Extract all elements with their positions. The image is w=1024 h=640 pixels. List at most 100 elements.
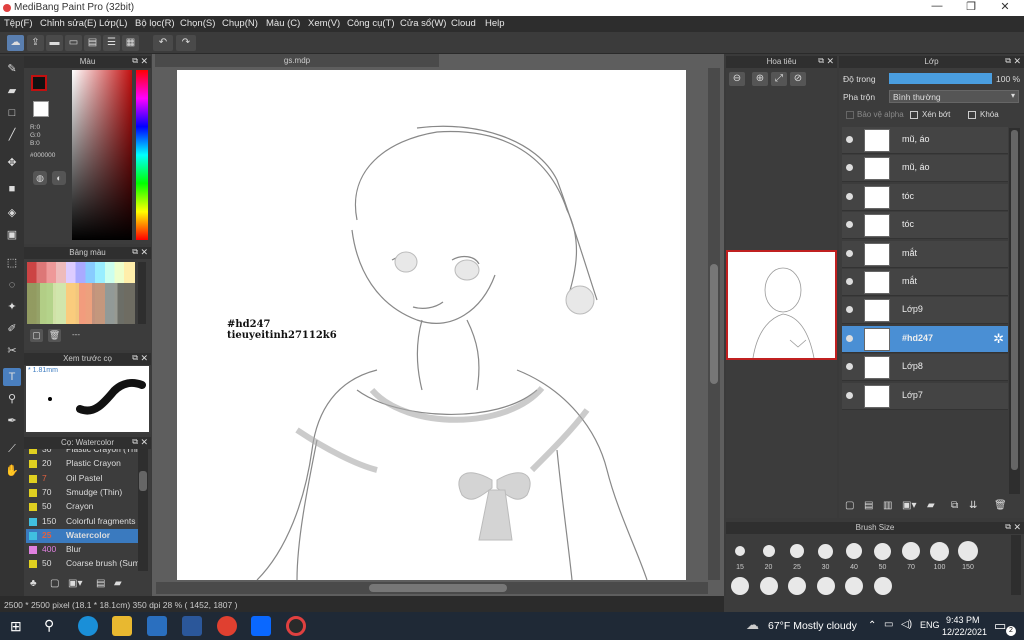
menu-file[interactable]: Tệp(F) [4,18,33,29]
redo-icon[interactable]: ↷ [176,35,196,51]
text-tool-icon[interactable]: T [3,368,21,386]
store-icon[interactable] [147,616,167,636]
palette-icon[interactable]: ◍ [33,171,47,185]
brush-size-dot[interactable] [902,542,920,560]
brush-menu-icon[interactable]: ▣▾ [68,578,82,589]
float-icon[interactable]: ⧉ [132,437,138,447]
brush-list-item[interactable]: 50 Coarse brush (Sum [26,557,138,571]
main-color-swatch[interactable] [31,75,47,91]
close-window-icon[interactable]: ✕ [988,0,1022,16]
brush-size-dot[interactable] [788,577,806,595]
fill-rect-tool-icon[interactable]: ■ [3,180,21,198]
comment-icon[interactable]: ▬ [46,35,63,51]
layer-row[interactable]: mắt [842,269,1008,296]
eyedropper-icon[interactable]: ⟋ [3,440,21,458]
menu-select[interactable]: Chọn(S) [180,18,215,29]
copy-brush-icon[interactable]: ▢ [50,578,59,589]
brush-size-dot[interactable] [958,541,978,561]
visibility-eye-icon[interactable] [846,192,853,200]
menu-layer[interactable]: Lớp(L) [99,18,127,29]
select-tool-icon[interactable]: ⬚ [3,254,21,272]
gradient-tool-icon[interactable]: ▣ [3,226,21,244]
tray-chevron-icon[interactable]: ⌃ [868,620,876,631]
menu-edit[interactable]: Chỉnh sửa(E) [40,18,97,29]
language-indicator[interactable]: ENG [920,620,940,630]
scroll-thumb[interactable] [139,471,147,491]
cloud-icon[interactable]: ☁ [7,35,24,51]
chrome-icon[interactable] [217,616,237,636]
zoom-out-icon[interactable]: ⊖ [729,72,745,86]
select-pen-icon[interactable]: ✐ [3,320,21,338]
edge-icon[interactable] [78,616,98,636]
visibility-eye-icon[interactable] [846,164,853,172]
actual-size-icon[interactable]: ⊘ [790,72,806,86]
drawing-canvas[interactable]: #hd247 tieuyeitinh27112k6 [177,70,686,580]
move-tool-icon[interactable]: ✥ [3,154,21,172]
layer-row[interactable]: tóc [842,183,1008,211]
layer-row[interactable]: Lớp7 [842,382,1008,410]
document-tab[interactable]: gs.mdp [155,54,439,67]
search-icon[interactable]: ⚲ [44,617,54,634]
visibility-eye-icon[interactable] [846,221,853,229]
brush-size-dot[interactable] [735,546,745,556]
visibility-eye-icon[interactable] [846,306,853,314]
float-icon[interactable]: ⧉ [132,56,138,66]
brush-list-item[interactable]: 70 Smudge (Thin) [26,486,138,500]
layer-menu-icon[interactable]: ▣▾ [902,500,916,511]
float-icon[interactable]: ⧉ [132,247,138,257]
float-icon[interactable]: ⧉ [1005,56,1011,66]
close-icon[interactable]: ✕ [826,56,834,67]
close-icon[interactable]: ✕ [1013,522,1021,533]
line-tool-icon[interactable]: ╱ [3,126,21,144]
close-icon[interactable]: ✕ [140,353,148,364]
zoom-in-icon[interactable]: ⊕ [752,72,768,86]
menu-filter[interactable]: Bộ lọc(R) [135,18,175,29]
menu-color[interactable]: Màu (C) [266,18,300,29]
brush-size-dot[interactable] [818,543,833,559]
brush-size-dot[interactable] [874,542,891,560]
new-swatch-icon[interactable]: ▢ [30,329,43,342]
delete-swatch-icon[interactable]: 🗑 [48,329,61,342]
blend-mode-select[interactable]: Bình thường ▾ [889,90,1019,103]
hand-tool-icon[interactable]: ✋ [3,462,21,480]
vscroll-thumb[interactable] [710,264,718,384]
brush-settings-icon[interactable]: ▤ [96,578,105,589]
visibility-eye-icon[interactable] [846,363,853,371]
brush-size-dot[interactable] [846,543,862,559]
layer-scroll-thumb[interactable] [1011,130,1018,470]
layer-row[interactable]: mũ, áo [842,127,1008,154]
windows-start-icon[interactable]: ⊞ [10,618,22,635]
new-layer-icon[interactable]: ▢ [845,500,854,511]
brush-size-dot[interactable] [731,577,749,595]
network-icon[interactable]: ▭ [884,619,893,630]
layer-settings-gear-icon[interactable]: ✲ [993,331,1004,347]
clip-checkbox[interactable] [910,111,918,119]
dropper-icon[interactable]: ✒ [3,412,21,430]
visibility-eye-icon[interactable] [846,278,853,285]
brush-size-dot[interactable] [762,545,775,557]
brush-tool-icon[interactable]: ✎ [3,60,21,78]
eraser-tool-icon[interactable]: ▰ [3,82,21,100]
clock-date[interactable]: 12/22/2021 [942,627,987,637]
explorer-icon[interactable] [112,616,132,636]
fit-icon[interactable]: ⤢ [771,72,787,86]
word-icon[interactable] [182,616,202,636]
clock-time[interactable]: 9:43 PM [946,615,980,625]
brush-size-dot[interactable] [845,577,863,595]
brush-list-item[interactable]: 400 Blur [26,543,138,557]
close-icon[interactable]: ✕ [1013,56,1021,67]
brush-scrollbar[interactable] [138,449,148,571]
lock-checkbox[interactable] [968,111,976,119]
operation-tool-icon[interactable]: ⚲ [3,390,21,408]
menu-tools[interactable]: Công cụ(T) [347,18,395,29]
select-eraser-icon[interactable]: ✂ [3,342,21,360]
zalo-icon[interactable] [251,616,271,636]
menu-capture[interactable]: Chụp(N) [222,18,258,29]
new-halftone-layer-icon[interactable]: ▤ [864,500,873,511]
restore-icon[interactable]: ❐ [954,0,988,16]
protect-alpha-checkbox[interactable] [846,111,854,119]
navigator-preview[interactable] [726,250,837,360]
palette-swatches-lower[interactable] [27,283,135,324]
close-icon[interactable]: ✕ [140,247,148,258]
layer-row[interactable]: tóc [842,212,1008,240]
